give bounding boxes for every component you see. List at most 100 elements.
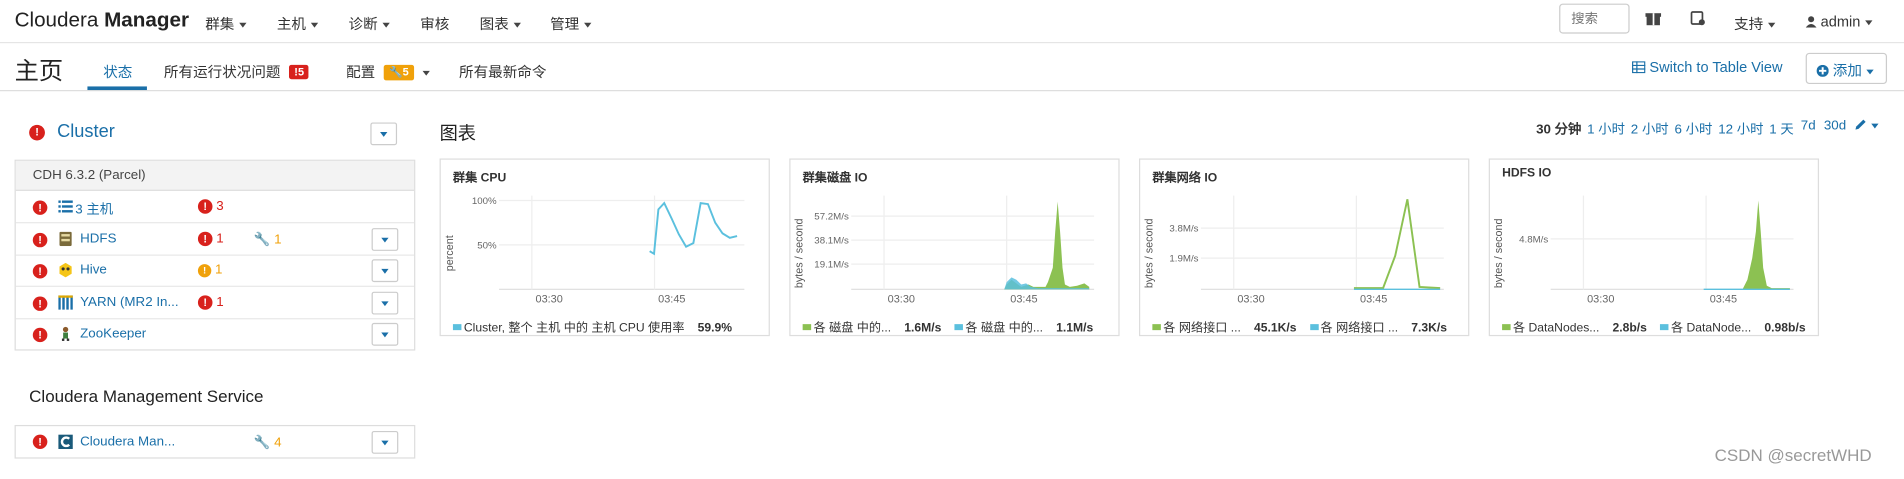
add-button-label: 添加 [1832, 62, 1862, 80]
service-link-cloudera-mgmt[interactable]: Cloudera Man... [80, 435, 175, 449]
service-link-hosts[interactable]: 3 主机 [75, 199, 113, 218]
time-range-6h[interactable]: 6 小时 [1675, 119, 1713, 138]
legend-swatch [1660, 324, 1669, 331]
time-range-7d[interactable]: 7d [1801, 119, 1816, 133]
tab-status[interactable]: 状态 [103, 61, 132, 81]
top-navbar: Cloudera Manager 群集 主机 诊断 审核 图表 管理 支持 ad… [0, 0, 1904, 44]
menu-clusters[interactable]: 群集 [205, 13, 247, 33]
chart-title: HDFS IO [1502, 166, 1552, 181]
time-range-1d[interactable]: 1 天 [1769, 119, 1794, 138]
search-input[interactable] [1559, 3, 1630, 34]
y-axis-label: bytes / second [1493, 218, 1505, 288]
chevron-down-icon [381, 268, 389, 274]
y-tick-label: 38.1M/s [814, 236, 849, 247]
menu-charts[interactable]: 图表 [480, 13, 521, 33]
chart-plot-network-io: bytes / second 3.8M/s 1.9M/s 03:30 03:45 [1143, 195, 1444, 306]
chart-cluster-cpu[interactable]: 群集 CPU percent 100% 50% 03:30 03:45 Clus… [439, 158, 770, 337]
legend-swatch [452, 324, 462, 331]
switch-table-view-link[interactable]: Switch to Table View [1632, 59, 1783, 76]
chart-legend: Cluster, 整个 主机 中的 主机 CPU 使用率 59.9% [452, 317, 732, 335]
cloudera-icon [58, 434, 73, 449]
error-icon: ! [197, 295, 213, 310]
service-link-zookeeper[interactable]: ZooKeeper [80, 327, 146, 341]
time-range-12h[interactable]: 12 小时 [1718, 119, 1763, 138]
error-count-value: 1 [216, 231, 224, 247]
cluster-actions-dropdown[interactable] [370, 122, 398, 146]
mgmt-services-table: ! Cloudera Man... 🔧 4 [14, 424, 416, 459]
menu-hosts[interactable]: 主机 [277, 13, 319, 33]
cluster-services-table: CDH 6.3.2 (Parcel) ! 3 主机 ! 3 ! HDFS ! 1… [14, 159, 416, 351]
legend-swatch [954, 324, 963, 331]
add-button[interactable]: 添加 [1805, 52, 1888, 85]
menu-audits[interactable]: 审核 [420, 13, 449, 33]
service-actions-dropdown[interactable] [371, 291, 399, 315]
plus-circle-icon [1816, 64, 1829, 77]
service-row-hdfs: ! HDFS ! 1 🔧 1 [15, 224, 415, 256]
menu-diagnostics[interactable]: 诊断 [349, 13, 390, 33]
chevron-down-icon [1768, 22, 1776, 28]
error-icon: ! [32, 327, 48, 343]
service-actions-dropdown[interactable] [371, 322, 399, 346]
chart-title: 群集 CPU [452, 171, 507, 185]
error-icon: ! [32, 200, 48, 215]
wrench-icon: 🔧 [389, 66, 403, 79]
chevron-down-icon [584, 22, 592, 28]
legend-value: 7.3K/s [1411, 321, 1448, 335]
config-count[interactable]: 🔧 4 [254, 435, 282, 450]
user-menu[interactable]: admin [1805, 13, 1873, 31]
hive-icon [59, 262, 72, 278]
series-line [649, 201, 738, 256]
service-link-hdfs[interactable]: HDFS [80, 232, 116, 246]
chart-cluster-disk-io[interactable]: 群集磁盘 IO bytes / second 57.2M/s 38.1M/s 1… [789, 158, 1120, 337]
legend-label: 各 磁盘 中的... [813, 321, 892, 335]
time-range-1h[interactable]: 1 小时 [1587, 119, 1625, 138]
chart-title: 群集磁盘 IO [802, 171, 868, 185]
service-actions-dropdown[interactable] [371, 228, 399, 251]
tab-health-issues[interactable]: 所有运行状况问题 !5 [164, 61, 309, 81]
parcel-icon[interactable] [1645, 11, 1662, 27]
y-tick-label: 1.9M/s [1169, 254, 1198, 265]
y-tick-label: 57.2M/s [814, 212, 849, 223]
running-commands-icon[interactable] [1690, 11, 1706, 27]
service-link-hive[interactable]: Hive [80, 263, 107, 277]
service-actions-dropdown[interactable] [371, 259, 399, 283]
error-count-value: 3 [216, 199, 224, 214]
error-count[interactable]: ! 1 [197, 295, 224, 310]
y-tick-label: 19.1M/s [814, 260, 849, 271]
brand-logo[interactable]: Cloudera Manager [15, 8, 189, 32]
chevron-down-icon [422, 70, 430, 76]
menu-admin[interactable]: 管理 [550, 13, 592, 33]
time-range-30m[interactable]: 30 分钟 [1536, 119, 1581, 138]
edit-time-range[interactable] [1855, 119, 1879, 133]
config-count[interactable]: 🔧 1 [254, 232, 282, 247]
tab-configuration[interactable]: 配置 🔧5 [346, 61, 430, 81]
chevron-down-icon [381, 237, 389, 243]
menu-support[interactable]: 支持 [1734, 13, 1776, 33]
yarn-icon [58, 295, 73, 310]
service-link-yarn[interactable]: YARN (MR2 In... [80, 295, 178, 309]
legend-value: 45.1K/s [1253, 321, 1297, 335]
series-line [1353, 199, 1441, 290]
mgmt-actions-dropdown[interactable] [371, 430, 399, 454]
brand-name-b: Manager [104, 8, 190, 32]
chart-cluster-network-io[interactable]: 群集网络 IO bytes / second 3.8M/s 1.9M/s 03:… [1139, 158, 1470, 337]
menu-clusters-label: 群集 [205, 15, 235, 33]
error-count[interactable]: ! 3 [197, 199, 224, 214]
chevron-down-icon [382, 22, 390, 28]
service-row-hive: ! Hive ! 1 [15, 256, 415, 287]
series-area [1742, 200, 1790, 290]
chart-hdfs-io[interactable]: HDFS IO bytes / second 4.8M/s 03:30 03:4… [1488, 158, 1820, 337]
chart-legend: 各 网络接口 ... 45.1K/s 各 网络接口 ... 7.3K/s [1152, 317, 1447, 335]
tab-recent-commands[interactable]: 所有最新命令 [459, 61, 546, 81]
error-count[interactable]: ! 1 [197, 231, 224, 247]
time-range-30d[interactable]: 30d [1824, 119, 1846, 133]
user-name: admin [1820, 13, 1861, 31]
cluster-name-link[interactable]: Cluster [57, 121, 115, 141]
chevron-down-icon [239, 22, 247, 28]
legend-value: 1.6M/s [904, 321, 942, 335]
y-axis-label: percent [444, 235, 456, 271]
time-range-2h[interactable]: 2 小时 [1631, 119, 1669, 138]
error-icon: ! [197, 231, 213, 247]
legend-value: 2.8b/s [1612, 321, 1647, 335]
warning-count[interactable]: ! 1 [197, 263, 222, 278]
